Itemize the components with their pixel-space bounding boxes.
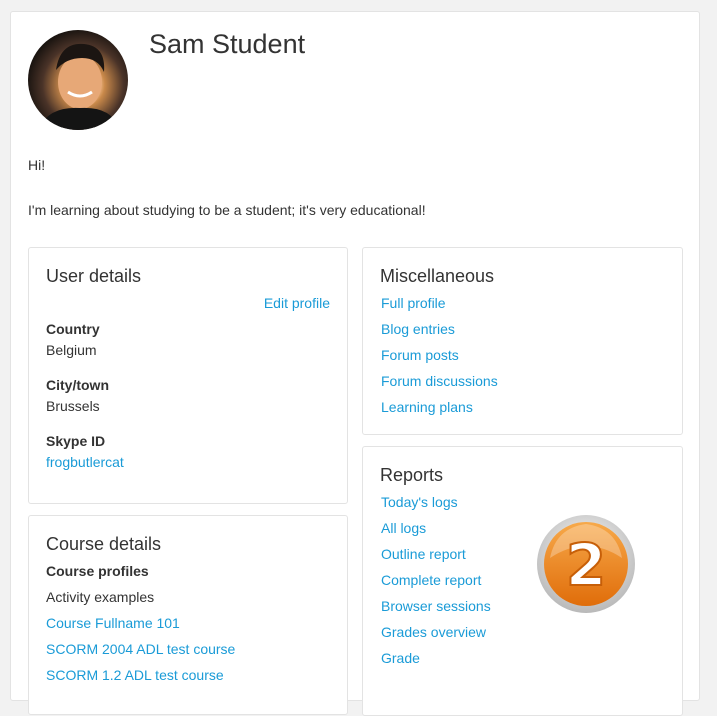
edit-profile-link[interactable]: Edit profile: [264, 294, 330, 312]
reports-card: Reports Today's logs All logs Outline re…: [362, 446, 683, 716]
page-title: Sam Student: [149, 29, 306, 59]
reports-title: Reports: [380, 465, 444, 485]
forum-discussions-link[interactable]: Forum discussions: [381, 372, 498, 390]
todays-logs-link[interactable]: Today's logs: [381, 493, 458, 511]
avatar-photo-icon: [38, 43, 120, 130]
user-details-card: User details Edit profile Country Belgiu…: [28, 247, 348, 504]
course-profiles-label: Course profiles: [46, 563, 149, 579]
field-value-city: Brussels: [46, 398, 100, 414]
miscellaneous-title: Miscellaneous: [380, 266, 495, 286]
field-label-country: Country: [46, 321, 100, 337]
user-details-title: User details: [46, 266, 142, 286]
complete-report-link[interactable]: Complete report: [381, 571, 481, 589]
course-link[interactable]: SCORM 2004 ADL test course: [46, 640, 235, 658]
profile-description: Hi! I'm learning about studying to be a …: [28, 156, 426, 246]
full-profile-link[interactable]: Full profile: [381, 294, 446, 312]
course-link[interactable]: Course Fullname 101: [46, 614, 180, 632]
number-badge-icon: 2: [537, 515, 635, 613]
avatar[interactable]: [28, 30, 128, 130]
course-link[interactable]: SCORM 1.2 ADL test course: [46, 666, 224, 684]
grades-overview-link[interactable]: Grades overview: [381, 623, 486, 641]
course-details-card: Course details Course profiles Activity …: [28, 515, 348, 715]
miscellaneous-card: Miscellaneous Full profile Blog entries …: [362, 247, 683, 435]
badge-number: 2: [566, 531, 606, 599]
outline-report-link[interactable]: Outline report: [381, 545, 466, 563]
blog-entries-link[interactable]: Blog entries: [381, 320, 455, 338]
course-details-title: Course details: [46, 534, 162, 554]
browser-sessions-link[interactable]: Browser sessions: [381, 597, 491, 615]
description-line: Hi!: [28, 157, 46, 173]
field-label-city: City/town: [46, 377, 109, 393]
all-logs-link[interactable]: All logs: [381, 519, 426, 537]
course-item: Activity examples: [46, 589, 155, 605]
field-value-country: Belgium: [46, 342, 97, 358]
skype-id-link[interactable]: frogbutlercat: [46, 453, 124, 471]
learning-plans-link[interactable]: Learning plans: [381, 398, 473, 416]
grade-link[interactable]: Grade: [381, 649, 420, 667]
field-label-skype: Skype ID: [46, 433, 106, 449]
description-line: I'm learning about studying to be a stud…: [28, 202, 426, 218]
forum-posts-link[interactable]: Forum posts: [381, 346, 459, 364]
profile-page: Sam Student Hi! I'm learning about study…: [10, 11, 700, 716]
